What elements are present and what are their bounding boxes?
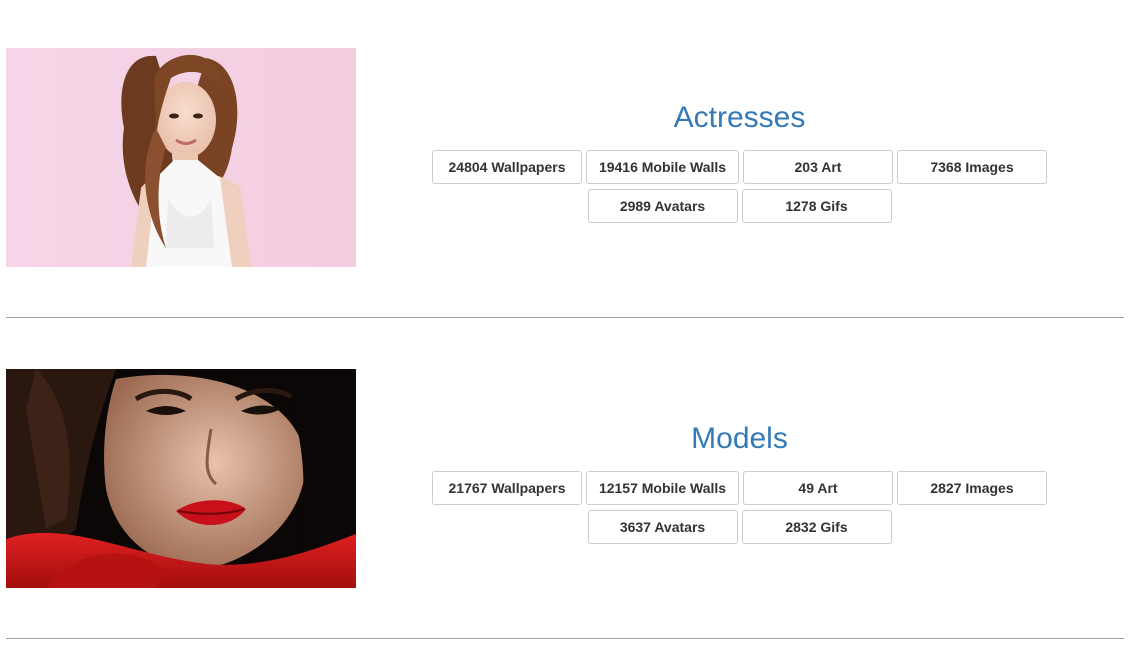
section-divider [6, 317, 1124, 318]
category-title-models[interactable]: Models [432, 421, 1047, 457]
button-row-primary: 21767 Wallpapers 12157 Mobile Walls 49 A… [432, 471, 1047, 505]
category-title-actresses[interactable]: Actresses [432, 100, 1047, 136]
gifs-button[interactable]: 1278 Gifs [741, 189, 892, 223]
category-section-actresses: Actresses 24804 Wallpapers 19416 Mobile … [6, 0, 1124, 321]
category-section-models: Models 21767 Wallpapers 12157 Mobile Wal… [6, 321, 1124, 642]
mobile-walls-button[interactable]: 19416 Mobile Walls [586, 150, 739, 184]
button-row-secondary: 3637 Avatars 2832 Gifs [432, 510, 1047, 544]
model-photo-image [6, 369, 356, 588]
actress-photo-image [6, 48, 356, 267]
avatars-button[interactable]: 2989 Avatars [587, 189, 738, 223]
wallpapers-button[interactable]: 24804 Wallpapers [432, 150, 582, 184]
section-divider [6, 638, 1124, 639]
avatars-button[interactable]: 3637 Avatars [587, 510, 738, 544]
art-button[interactable]: 49 Art [743, 471, 893, 505]
wallpapers-button[interactable]: 21767 Wallpapers [432, 471, 582, 505]
category-thumbnail-models[interactable] [6, 369, 356, 588]
category-thumbnail-actresses[interactable] [6, 48, 356, 267]
mobile-walls-button[interactable]: 12157 Mobile Walls [586, 471, 739, 505]
art-button[interactable]: 203 Art [743, 150, 893, 184]
button-row-primary: 24804 Wallpapers 19416 Mobile Walls 203 … [432, 150, 1047, 184]
gifs-button[interactable]: 2832 Gifs [741, 510, 892, 544]
images-button[interactable]: 2827 Images [897, 471, 1047, 505]
images-button[interactable]: 7368 Images [897, 150, 1047, 184]
button-row-secondary: 2989 Avatars 1278 Gifs [432, 189, 1047, 223]
